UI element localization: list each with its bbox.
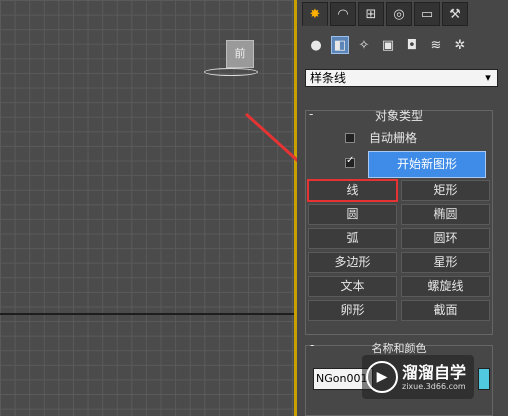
- start-new-shape-row: [345, 155, 355, 168]
- watermark-title: 溜溜自学: [402, 363, 467, 382]
- lights-icon[interactable]: ✧: [355, 36, 373, 54]
- command-panel-tabs: ✸ ◠ ⊞ ◎ ▭ ⚒: [302, 2, 468, 26]
- auto-grid-row: 自动栅格: [345, 129, 417, 146]
- watermark-url: zixue.3d66.com: [402, 382, 466, 391]
- rectangle-button[interactable]: 矩形: [401, 180, 490, 201]
- rollout-title: 对象类型: [374, 109, 423, 123]
- helpers-icon[interactable]: ◘: [403, 36, 421, 54]
- start-new-shape-checkbox[interactable]: [345, 155, 355, 168]
- hierarchy-icon[interactable]: ⊞: [358, 2, 384, 26]
- play-icon: ▶: [366, 361, 398, 393]
- create-category-icons: ● ◧ ✧ ▣ ◘ ≋ ✲: [307, 36, 469, 54]
- modify-icon[interactable]: ◠: [330, 2, 356, 26]
- command-panel: ✸ ◠ ⊞ ◎ ▭ ⚒ ● ◧ ✧ ▣ ◘ ≋ ✲ 样条线 ▾ - 对象类型 自…: [297, 0, 508, 416]
- utilities-icon[interactable]: ⚒: [442, 2, 468, 26]
- star-button[interactable]: 星形: [401, 252, 490, 273]
- chevron-down-icon[interactable]: ▾: [481, 70, 495, 86]
- egg-button[interactable]: 卵形: [308, 300, 397, 321]
- cameras-icon[interactable]: ▣: [379, 36, 397, 54]
- circle-button[interactable]: 圆: [308, 204, 397, 225]
- create-icon[interactable]: ✸: [302, 2, 328, 26]
- dropdown-value: 样条线: [310, 71, 347, 85]
- watermark: ▶ 溜溜自学 zixue.3d66.com: [362, 355, 474, 399]
- helix-button[interactable]: 螺旋线: [401, 276, 490, 297]
- systems-icon[interactable]: ✲: [451, 36, 469, 54]
- auto-grid-checkbox[interactable]: [345, 132, 355, 143]
- rollout-title: 名称和颜色: [371, 342, 427, 355]
- geometry-icon[interactable]: ●: [307, 36, 325, 54]
- arc-button[interactable]: 弧: [308, 228, 397, 249]
- object-type-rollout-header[interactable]: - 对象类型: [305, 107, 493, 123]
- ngon-button[interactable]: 多边形: [308, 252, 397, 273]
- motion-icon[interactable]: ◎: [386, 2, 412, 26]
- text-button[interactable]: 文本: [308, 276, 397, 297]
- shape-category-dropdown[interactable]: 样条线 ▾: [305, 69, 498, 87]
- object-color-swatch[interactable]: [478, 368, 490, 390]
- shape-type-buttons: 线 矩形 圆 椭圆 弧 圆环 多边形 星形 文本 螺旋线 卵形 截面: [307, 179, 490, 321]
- display-icon[interactable]: ▭: [414, 2, 440, 26]
- start-new-shape-button[interactable]: 开始新图形: [368, 151, 486, 178]
- line-button[interactable]: 线: [307, 179, 398, 202]
- donut-button[interactable]: 圆环: [401, 228, 490, 249]
- space-warps-icon[interactable]: ≋: [427, 36, 445, 54]
- shapes-icon[interactable]: ◧: [331, 36, 349, 54]
- ellipse-button[interactable]: 椭圆: [401, 204, 490, 225]
- section-button[interactable]: 截面: [401, 300, 490, 321]
- auto-grid-label: 自动栅格: [369, 131, 418, 145]
